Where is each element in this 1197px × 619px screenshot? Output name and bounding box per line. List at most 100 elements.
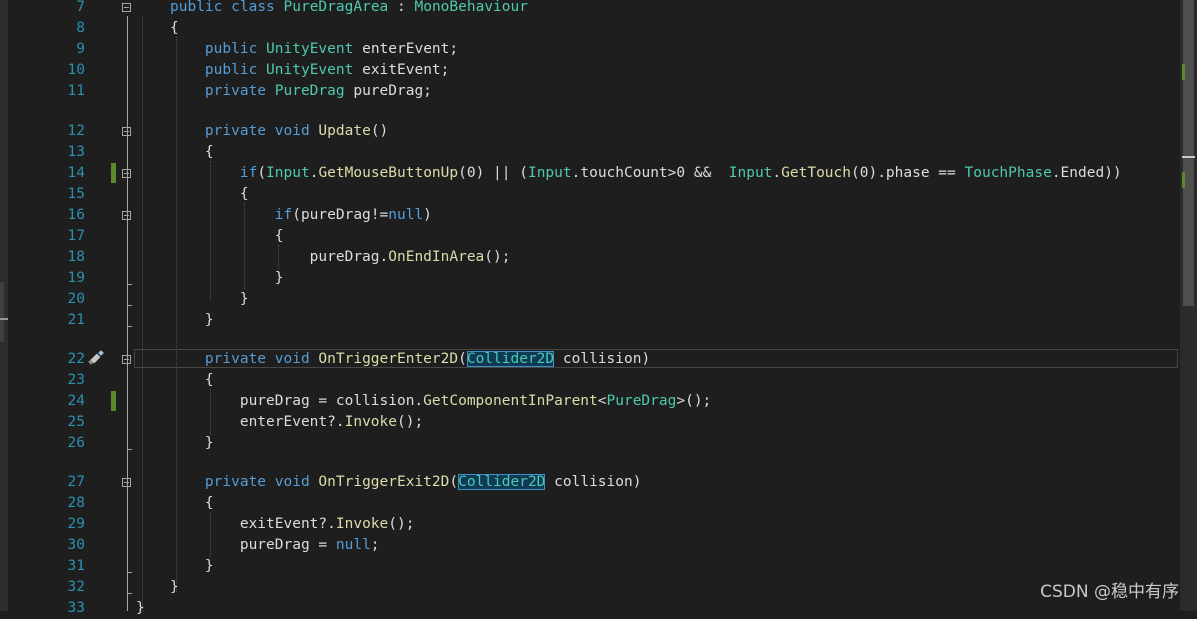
line-number: 24 bbox=[67, 393, 85, 409]
code-text[interactable]: { bbox=[170, 370, 214, 391]
code-token: (0).phase == bbox=[851, 165, 965, 181]
code-token: GetComponentInParent bbox=[423, 393, 598, 409]
code-text[interactable]: { bbox=[170, 493, 214, 514]
code-token: (); bbox=[397, 414, 424, 430]
code-token: { bbox=[170, 228, 284, 244]
code-token: (0) || ( bbox=[458, 165, 528, 181]
code-text[interactable]: } bbox=[170, 310, 214, 331]
code-line[interactable]: 9 public UnityEvent enterEvent; bbox=[0, 39, 1180, 60]
code-token: (); bbox=[484, 249, 511, 265]
code-line[interactable]: 7 public class PureDragArea : MonoBehavio… bbox=[0, 0, 1180, 18]
code-line[interactable]: 21 } bbox=[0, 310, 1180, 331]
code-token: Update bbox=[318, 123, 371, 139]
code-token: : bbox=[388, 0, 415, 15]
code-token: exitEvent; bbox=[353, 62, 450, 78]
code-token: UnityEvent bbox=[266, 62, 354, 78]
scrollbar-thumb[interactable] bbox=[1183, 0, 1194, 306]
line-number: 32 bbox=[67, 579, 85, 595]
code-line[interactable]: 19 } bbox=[0, 268, 1180, 289]
code-text[interactable]: { bbox=[170, 184, 249, 205]
code-text[interactable]: { bbox=[170, 226, 284, 247]
code-text[interactable]: } bbox=[136, 598, 145, 619]
code-text[interactable]: public UnityEvent enterEvent; bbox=[170, 39, 458, 60]
code-line[interactable]: 18 pureDrag.OnEndInArea(); bbox=[0, 247, 1180, 268]
code-line[interactable]: 30 pureDrag = null; bbox=[0, 535, 1180, 556]
line-number: 7 bbox=[76, 0, 85, 15]
code-text[interactable]: private void OnTriggerExit2D(Collider2D … bbox=[170, 472, 641, 493]
watermark: CSDN @稳中有序 bbox=[1040, 582, 1179, 602]
code-line[interactable]: 13 { bbox=[0, 142, 1180, 163]
code-line[interactable]: 26 } bbox=[0, 433, 1180, 454]
code-text[interactable]: } bbox=[170, 556, 214, 577]
code-token: Input bbox=[266, 165, 310, 181]
code-text[interactable]: exitEvent?.Invoke(); bbox=[170, 514, 415, 535]
code-line[interactable]: 24 pureDrag = collision.GetComponentInPa… bbox=[0, 391, 1180, 412]
code-text[interactable]: } bbox=[170, 289, 249, 310]
code-token: if bbox=[170, 207, 293, 223]
code-token: enterEvent; bbox=[353, 41, 459, 57]
code-token: } bbox=[136, 600, 145, 616]
code-token: public bbox=[170, 0, 223, 15]
code-text[interactable]: if(Input.GetMouseButtonUp(0) || (Input.t… bbox=[170, 163, 1122, 184]
code-text[interactable]: private void Update() bbox=[170, 121, 388, 142]
line-number: 20 bbox=[67, 291, 85, 307]
code-line[interactable]: 16 if(pureDrag!=null) bbox=[0, 205, 1180, 226]
code-text[interactable]: if(pureDrag!=null) bbox=[170, 205, 432, 226]
code-line[interactable]: 33} bbox=[0, 598, 1180, 619]
code-token: PureDragArea bbox=[283, 0, 389, 15]
code-text[interactable]: } bbox=[170, 577, 179, 598]
code-token: PureDrag bbox=[606, 393, 677, 409]
code-text[interactable]: enterEvent?.Invoke(); bbox=[170, 412, 423, 433]
code-line[interactable]: 14 if(Input.GetMouseButtonUp(0) || (Inpu… bbox=[0, 163, 1180, 184]
code-line[interactable]: 10 public UnityEvent exitEvent; bbox=[0, 60, 1180, 81]
code-line[interactable]: 12 private void Update() bbox=[0, 121, 1180, 142]
code-token: OnTriggerExit2D bbox=[318, 474, 450, 490]
code-token: if bbox=[170, 165, 258, 181]
code-editor[interactable]: 7 public class PureDragArea : MonoBehavio… bbox=[0, 0, 1197, 616]
code-token: . bbox=[772, 165, 782, 181]
code-text[interactable]: pureDrag = null; bbox=[170, 535, 380, 556]
code-token: null bbox=[335, 537, 371, 553]
code-token: GetTouch bbox=[781, 165, 851, 181]
code-text[interactable]: } bbox=[170, 433, 214, 454]
code-line[interactable]: 11 private PureDrag pureDrag; bbox=[0, 81, 1180, 102]
line-number: 21 bbox=[67, 312, 85, 328]
line-number: 18 bbox=[67, 249, 85, 265]
vertical-scrollbar[interactable] bbox=[1180, 0, 1197, 611]
code-text[interactable]: pureDrag = collision.GetComponentInParen… bbox=[170, 391, 711, 412]
code-token: pureDrag = collision. bbox=[170, 393, 424, 409]
line-number: 27 bbox=[67, 474, 85, 490]
line-number: 30 bbox=[67, 537, 85, 553]
code-text[interactable]: public UnityEvent exitEvent; bbox=[170, 60, 449, 81]
code-line[interactable]: 20 } bbox=[0, 289, 1180, 310]
code-token: Input bbox=[728, 165, 773, 181]
code-line[interactable]: 27 private void OnTriggerExit2D(Collider… bbox=[0, 472, 1180, 493]
code-text[interactable]: private PureDrag pureDrag; bbox=[170, 81, 432, 102]
code-line[interactable]: 28 { bbox=[0, 493, 1180, 514]
code-line[interactable]: 32} bbox=[0, 577, 1180, 598]
code-line[interactable]: 8{ bbox=[0, 18, 1180, 39]
code-line[interactable]: 25 enterEvent?.Invoke(); bbox=[0, 412, 1180, 433]
code-text[interactable]: pureDrag.OnEndInArea(); bbox=[170, 247, 511, 268]
code-line[interactable]: 23 { bbox=[0, 370, 1180, 391]
code-token: } bbox=[170, 291, 249, 307]
code-text[interactable]: } bbox=[170, 268, 284, 289]
code-text[interactable]: public class PureDragArea : MonoBehaviou… bbox=[170, 0, 528, 18]
code-text[interactable]: { bbox=[170, 18, 179, 39]
code-token: } bbox=[170, 579, 179, 595]
code-line[interactable]: 17 { bbox=[0, 226, 1180, 247]
code-text[interactable]: private void OnTriggerEnter2D(Collider2D… bbox=[170, 349, 650, 370]
code-token: (pureDrag!= bbox=[292, 207, 389, 223]
code-line[interactable]: 29 exitEvent?.Invoke(); bbox=[0, 514, 1180, 535]
code-token: PureDrag bbox=[274, 83, 345, 99]
code-line[interactable]: 15 { bbox=[0, 184, 1180, 205]
code-line[interactable]: 22 private void OnTriggerEnter2D(Collide… bbox=[0, 349, 1180, 370]
code-text[interactable]: { bbox=[170, 142, 214, 163]
line-number: 14 bbox=[67, 165, 85, 181]
code-token: ; bbox=[370, 537, 380, 553]
code-line[interactable]: 31 } bbox=[0, 556, 1180, 577]
